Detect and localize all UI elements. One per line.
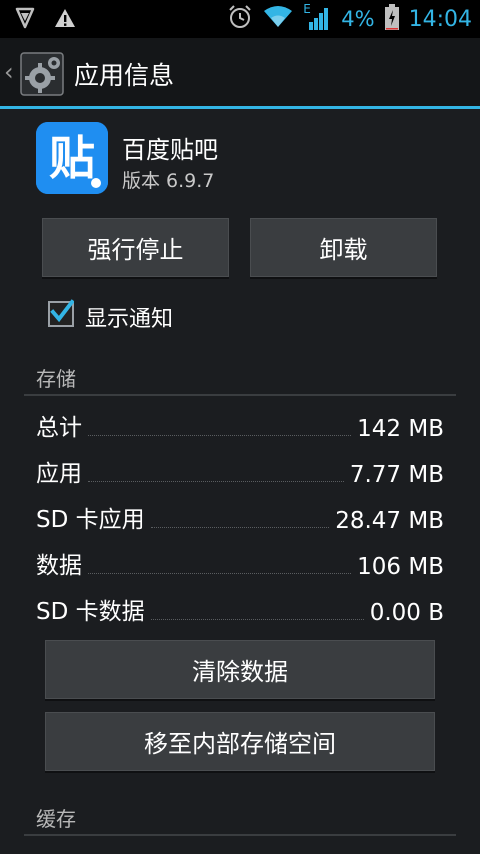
action-bar: ‹ 应用信息 [0,38,480,106]
storage-row-label: 应用 [36,461,82,487]
storage-row-sd-app: SD 卡应用 28.47 MB [36,502,444,534]
back-chevron-icon[interactable]: ‹ [4,58,14,86]
app-icon: 贴 [36,122,108,194]
storage-row-value: 0.00 B [369,600,444,626]
storage-row-label: 数据 [36,553,82,579]
show-notification-checkbox[interactable] [48,299,74,327]
dotted-leader [88,434,352,436]
storage-row-value: 106 MB [357,554,444,580]
battery-charging-icon [384,4,399,34]
dotted-leader [150,526,330,528]
show-notification-label: 显示通知 [85,307,174,332]
storage-row-sd-data: SD 卡数据 0.00 B [36,594,444,626]
clear-data-button[interactable]: 清除数据 [45,640,435,699]
storage-row-value: 28.47 MB [335,508,444,534]
clock: 14:04 [408,6,472,32]
storage-row-total: 总计 142 MB [36,410,444,442]
svg-text:贴: 贴 [49,131,95,185]
checkmark-icon [50,299,74,323]
wifi-icon [263,5,293,33]
force-stop-button[interactable]: 强行停止 [42,218,229,277]
storage-row-value: 7.77 MB [349,462,444,488]
uninstall-button[interactable]: 卸载 [250,218,437,277]
action-bar-divider [0,106,480,109]
signal-icon: E [303,2,331,32]
storage-row-label: 总计 [36,415,82,441]
alarm-icon [227,4,253,34]
dotted-leader [150,618,364,620]
storage-section-title: 存储 [36,367,76,391]
cache-section-divider [24,834,456,836]
warning-icon [54,7,76,33]
storage-row-label: SD 卡数据 [36,599,145,625]
shield-icon [14,6,36,34]
settings-gear-icon[interactable] [20,52,64,96]
status-bar: E 4% 14:04 [0,0,480,38]
dotted-leader [88,572,352,574]
app-version: 版本 6.9.7 [122,170,215,192]
dotted-leader [88,480,344,482]
app-name: 百度贴吧 [122,136,218,164]
storage-section-divider [24,394,456,396]
move-to-internal-storage-button[interactable]: 移至内部存储空间 [45,712,435,771]
storage-row-data: 数据 106 MB [36,548,444,580]
storage-row-value: 142 MB [357,416,444,442]
battery-percent: 4% [341,7,375,31]
storage-row-label: SD 卡应用 [36,507,145,533]
cache-section-title: 缓存 [36,807,76,831]
page-title: 应用信息 [74,61,175,90]
storage-row-app: 应用 7.77 MB [36,456,444,488]
